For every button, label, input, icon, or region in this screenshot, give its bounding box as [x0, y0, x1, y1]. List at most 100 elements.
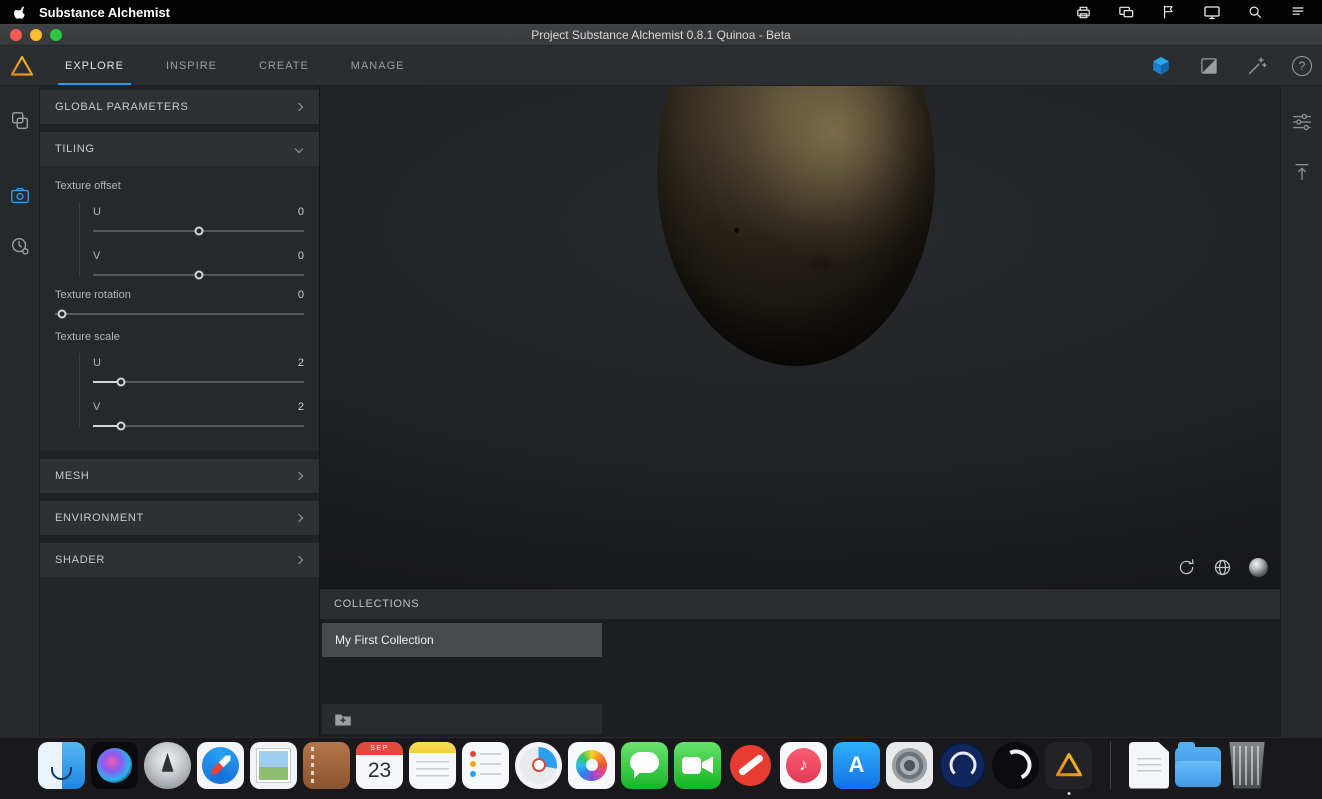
history-settings-icon[interactable]	[8, 234, 32, 258]
scale-v-value[interactable]: 2	[298, 401, 304, 413]
dock-dark-swirl-app-icon[interactable]	[992, 742, 1039, 789]
panel-empty-area	[40, 577, 319, 737]
texture-rotation-value[interactable]: 0	[298, 289, 304, 301]
section-label: ENVIRONMENT	[55, 512, 144, 524]
3d-viewport[interactable]	[320, 86, 1280, 588]
tiling-body: Texture offset U 0 V 0	[40, 166, 319, 451]
dock-system-preferences-icon[interactable]	[886, 742, 933, 789]
dock-notes-icon[interactable]	[409, 742, 456, 789]
scale-v-slider[interactable]	[93, 425, 304, 427]
zoom-button[interactable]	[50, 29, 62, 41]
screen-mirroring-icon[interactable]	[1116, 3, 1136, 21]
section-environment: ENVIRONMENT	[40, 501, 319, 535]
displays-icon[interactable]	[1202, 3, 1222, 21]
parameters-panel: GLOBAL PARAMETERS TILING Texture offset …	[40, 86, 320, 737]
display-filters-icon[interactable]	[1290, 110, 1314, 134]
offset-u-label: U	[93, 206, 101, 218]
texture-rotation-slider-handle[interactable]	[58, 310, 67, 319]
3d-view-cube-icon[interactable]	[1148, 53, 1174, 79]
dock-photos-icon[interactable]	[568, 742, 615, 789]
scale-v-slider-handle[interactable]	[117, 422, 126, 431]
section-header-shader[interactable]: SHADER	[40, 543, 319, 577]
tab-manage[interactable]: MANAGE	[330, 46, 426, 85]
section-header-environment[interactable]: ENVIRONMENT	[40, 501, 319, 535]
calendar-month: SEP	[356, 742, 403, 755]
chevron-down-icon	[295, 145, 303, 153]
dock-contacts-icon[interactable]	[303, 742, 350, 789]
close-button[interactable]	[10, 29, 22, 41]
section-label: SHADER	[55, 554, 105, 566]
viewport-settings-icon[interactable]	[8, 184, 32, 208]
scale-u-slider-handle[interactable]	[117, 378, 126, 387]
tab-inspire[interactable]: INSPIRE	[145, 46, 238, 85]
help-icon[interactable]: ?	[1292, 56, 1312, 76]
chevron-right-icon	[295, 472, 303, 480]
music-note-glyph: ♪	[799, 755, 808, 775]
chevron-right-icon	[295, 514, 303, 522]
window-title: Project Substance Alchemist 0.8.1 Quinoa…	[0, 28, 1322, 42]
material-view-icon[interactable]	[1196, 53, 1222, 79]
dock-navy-utility-icon[interactable]	[939, 742, 986, 789]
menubar-app-name[interactable]: Substance Alchemist	[39, 5, 170, 20]
reset-view-icon[interactable]	[1174, 555, 1198, 579]
section-mesh: MESH	[40, 459, 319, 493]
section-header-tiling[interactable]: TILING	[40, 132, 319, 166]
section-header-mesh[interactable]: MESH	[40, 459, 319, 493]
printer-icon[interactable]	[1073, 3, 1093, 21]
dock-gauge-app-icon[interactable]	[515, 742, 562, 789]
notification-center-icon[interactable]	[1288, 3, 1308, 21]
texture-offset-group: U 0 V 0	[79, 202, 304, 276]
alchemist-triangle-icon	[1054, 751, 1084, 779]
offset-v-value[interactable]: 0	[298, 250, 304, 262]
chevron-right-icon	[295, 556, 303, 564]
offset-v-label: V	[93, 250, 100, 262]
add-collection-button[interactable]	[322, 704, 602, 734]
scale-u-slider[interactable]	[93, 381, 304, 383]
dock-mail-icon[interactable]	[250, 742, 297, 789]
alchemist-logo-icon	[0, 54, 44, 78]
material-sphere-icon[interactable]	[1246, 555, 1270, 579]
flag-icon[interactable]	[1159, 3, 1179, 21]
dock-document-icon[interactable]	[1129, 742, 1169, 789]
dock-reminders-icon[interactable]	[462, 742, 509, 789]
dock-facetime-icon[interactable]	[674, 742, 721, 789]
right-icon-strip	[1280, 86, 1322, 737]
layers-panel-icon[interactable]	[8, 109, 32, 133]
offset-u-slider-handle[interactable]	[194, 227, 203, 236]
minimize-button[interactable]	[30, 29, 42, 41]
dock-siri-icon[interactable]	[91, 742, 138, 789]
spotlight-search-icon[interactable]	[1245, 3, 1265, 21]
offset-v-slider-handle[interactable]	[194, 271, 203, 280]
export-icon[interactable]	[1290, 160, 1314, 184]
magic-wand-icon[interactable]	[1244, 53, 1270, 79]
section-label: TILING	[55, 143, 95, 155]
offset-u-value[interactable]: 0	[298, 206, 304, 218]
center-column: COLLECTIONS My First Collection	[320, 86, 1280, 737]
offset-v-slider[interactable]	[93, 274, 304, 276]
section-global-parameters: GLOBAL PARAMETERS	[40, 90, 319, 124]
section-header-global-parameters[interactable]: GLOBAL PARAMETERS	[40, 90, 319, 124]
dock-app-store-icon[interactable]: A	[833, 742, 880, 789]
dock-launchpad-icon[interactable]	[144, 742, 191, 789]
dock-do-not-disturb-icon[interactable]	[727, 742, 774, 789]
texture-scale-label: Texture scale	[55, 331, 304, 347]
environment-globe-icon[interactable]	[1210, 555, 1234, 579]
apple-menu-icon[interactable]	[14, 4, 29, 20]
dock-messages-icon[interactable]	[621, 742, 668, 789]
dock-substance-alchemist-icon[interactable]	[1045, 742, 1092, 789]
collection-item[interactable]: My First Collection	[322, 623, 602, 657]
texture-rotation-slider[interactable]	[55, 313, 304, 315]
tab-create[interactable]: CREATE	[238, 46, 330, 85]
dock-finder-icon[interactable]	[38, 742, 85, 789]
viewport-tools	[1174, 555, 1270, 579]
tab-explore[interactable]: EXPLORE	[44, 46, 145, 85]
dock-safari-icon[interactable]	[197, 742, 244, 789]
dock-music-icon[interactable]: ♪	[780, 742, 827, 789]
section-tiling: TILING Texture offset U 0 V	[40, 132, 319, 451]
dock-downloads-folder-icon[interactable]	[1175, 747, 1221, 787]
dock: SEP 23 ♪ A	[0, 737, 1322, 799]
offset-u-slider[interactable]	[93, 230, 304, 232]
dock-trash-icon[interactable]	[1227, 742, 1267, 789]
scale-u-value[interactable]: 2	[298, 357, 304, 369]
dock-calendar-icon[interactable]: SEP 23	[356, 742, 403, 789]
